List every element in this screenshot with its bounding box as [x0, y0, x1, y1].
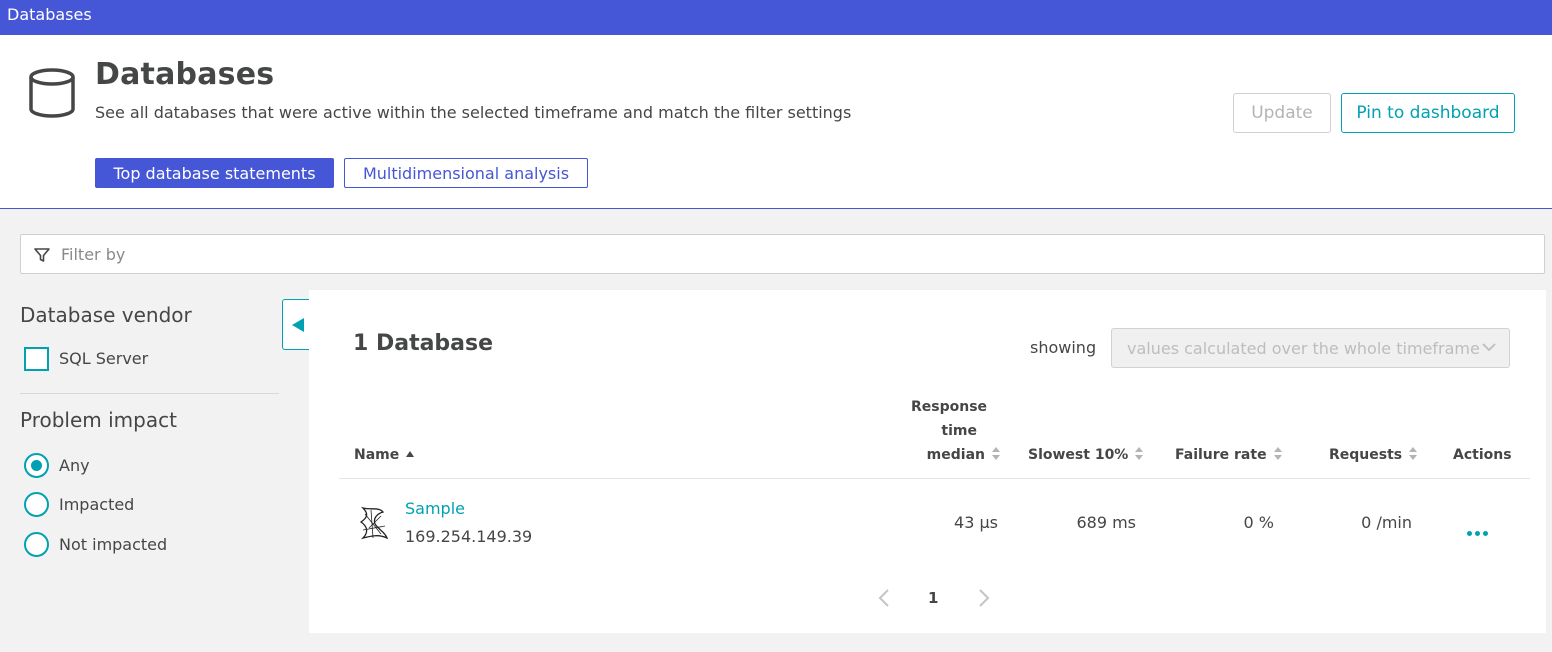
database-count-title: 1 Database [353, 331, 494, 356]
pagination-prev-icon[interactable] [877, 588, 891, 608]
row-actions-menu-button[interactable] [1467, 521, 1491, 540]
table-divider [339, 478, 1530, 479]
impact-not-impacted-radio[interactable] [24, 532, 49, 557]
collapse-sidebar-button[interactable] [282, 299, 310, 350]
sort-ascending-icon [405, 449, 415, 459]
column-requests-label: Requests [1329, 447, 1403, 463]
column-header-response-time-line3[interactable]: median [891, 447, 1001, 463]
top-database-statements-button[interactable]: Top database statements [95, 158, 334, 188]
database-host: 169.254.149.39 [405, 527, 533, 546]
impact-not-impacted-label[interactable]: Not impacted [59, 535, 167, 554]
timeframe-calculation-select[interactable]: values calculated over the whole timefra… [1111, 328, 1510, 368]
page-header: Databases See all databases that were ac… [0, 35, 1552, 209]
impact-any-label[interactable]: Any [59, 456, 90, 475]
sort-icon [1273, 447, 1283, 461]
column-failure-label: Failure rate [1175, 447, 1267, 463]
database-vendor-heading: Database vendor [20, 303, 192, 327]
pagination-next-icon[interactable] [977, 588, 991, 608]
cell-requests: 0 /min [1361, 513, 1412, 532]
pin-to-dashboard-button[interactable]: Pin to dashboard [1341, 93, 1515, 133]
sort-icon [991, 447, 1001, 461]
sql-server-logo-icon [359, 506, 389, 540]
update-button[interactable]: Update [1233, 93, 1331, 133]
page-subtitle: See all databases that were active withi… [95, 103, 852, 122]
column-header-response-time-line2[interactable]: time [911, 423, 977, 439]
chevron-down-icon [1482, 343, 1496, 352]
column-actions-label: Actions [1453, 447, 1512, 463]
column-header-slowest[interactable]: Slowest 10% [1028, 447, 1144, 463]
sql-server-label[interactable]: SQL Server [59, 349, 148, 368]
filter-bar[interactable] [20, 234, 1545, 274]
databases-panel: 1 Database showing values calculated ove… [309, 290, 1546, 633]
problem-impact-heading: Problem impact [20, 408, 177, 432]
showing-label: showing [1030, 338, 1097, 357]
column-header-name[interactable]: Name [354, 447, 415, 463]
column-response-line2: time [941, 423, 977, 439]
database-icon [29, 68, 75, 118]
sql-server-checkbox[interactable] [24, 347, 49, 371]
filter-icon [34, 248, 50, 262]
impact-any-radio[interactable] [24, 453, 49, 478]
sidebar-divider [20, 393, 279, 394]
page-title: Databases [95, 57, 275, 92]
timeframe-select-value: values calculated over the whole timefra… [1127, 339, 1480, 358]
top-bar-title: Databases [7, 5, 92, 24]
column-header-requests[interactable]: Requests [1329, 447, 1418, 463]
impact-impacted-radio[interactable] [24, 492, 49, 517]
impact-impacted-label[interactable]: Impacted [59, 495, 134, 514]
sort-icon [1134, 447, 1144, 461]
pagination-current-page[interactable]: 1 [928, 589, 938, 607]
filter-input[interactable] [61, 236, 1531, 272]
column-name-label: Name [354, 447, 400, 463]
cell-slowest: 689 ms [1076, 513, 1136, 532]
column-header-failure-rate[interactable]: Failure rate [1175, 447, 1283, 463]
column-header-response-time[interactable]: Response [911, 399, 988, 415]
column-slowest-label: Slowest 10% [1028, 447, 1129, 463]
sort-icon [1408, 447, 1418, 461]
column-header-actions: Actions [1453, 447, 1512, 463]
column-response-line3: median [926, 447, 985, 463]
multidimensional-analysis-button[interactable]: Multidimensional analysis [344, 158, 588, 188]
top-bar: Databases [0, 0, 1552, 35]
cell-response-time: 43 µs [954, 513, 998, 532]
cell-failure-rate: 0 % [1243, 513, 1274, 532]
database-name-link[interactable]: Sample [405, 499, 465, 518]
column-response-line1: Response [911, 399, 988, 415]
